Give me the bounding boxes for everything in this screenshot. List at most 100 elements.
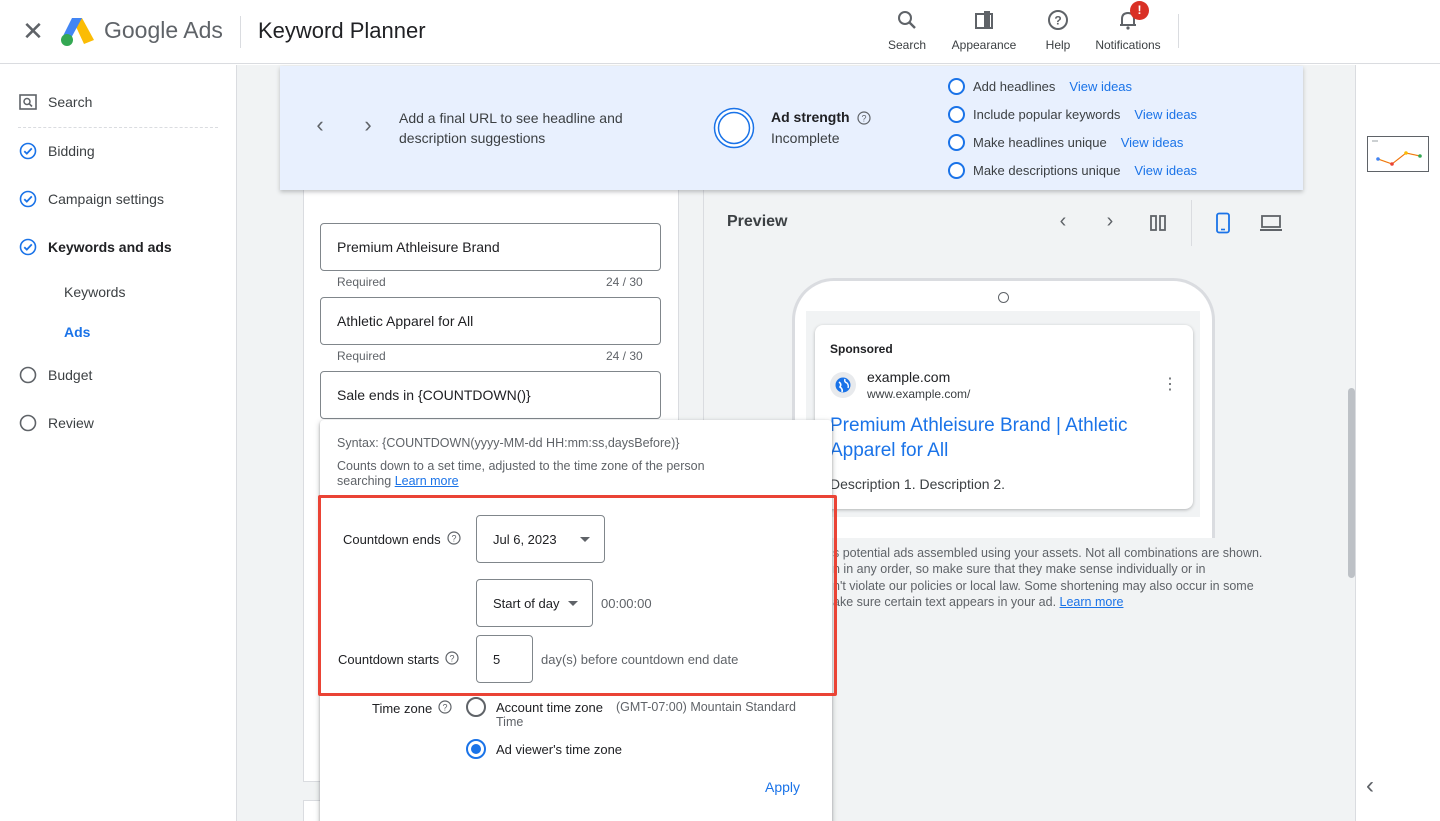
- chevron-left-icon[interactable]: ‹: [1366, 772, 1388, 799]
- ad-display-url: www.example.com/: [867, 387, 971, 401]
- mobile-device-icon[interactable]: [1210, 210, 1236, 236]
- suggestion-item: Make descriptions unique View ideas: [948, 160, 1197, 180]
- appearance-tool-label: Appearance: [951, 38, 1017, 52]
- headline-2-char-count: 24 / 30: [606, 349, 643, 363]
- svg-text:?: ?: [1054, 14, 1061, 28]
- banner-message: Add a final URL to see headline and desc…: [399, 110, 623, 146]
- empty-circle-icon: [948, 77, 965, 95]
- check-circle-icon: [18, 141, 38, 161]
- sidebar-item-bidding[interactable]: Bidding: [18, 136, 218, 166]
- apply-button[interactable]: Apply: [765, 779, 800, 795]
- account-time-zone-detail-cont: Time: [496, 715, 524, 729]
- svg-text:?: ?: [443, 702, 448, 712]
- search-box-icon: [18, 92, 38, 112]
- ad-domain: example.com: [867, 369, 951, 385]
- highlight-box: [318, 495, 837, 696]
- view-ideas-link[interactable]: View ideas: [1121, 135, 1184, 150]
- headline-1-helper: Required: [337, 275, 386, 289]
- suggestion-item: Add headlines View ideas: [948, 76, 1132, 96]
- countdown-syntax: Syntax: {COUNTDOWN(yyyy-MM-dd HH:mm:ss,d…: [337, 436, 680, 450]
- app-title: Keyword Planner: [258, 18, 426, 43]
- notifications-tool-button[interactable]: Notifications: [1088, 6, 1168, 58]
- notification-badge: !: [1130, 1, 1149, 20]
- chevron-left-icon[interactable]: ‹: [1050, 210, 1076, 236]
- svg-text:?: ?: [861, 113, 866, 123]
- headline-2-helper: Required: [337, 349, 386, 363]
- appearance-icon: [975, 11, 993, 29]
- search-icon: [898, 11, 916, 29]
- sidebar-item-campaign-settings[interactable]: Campaign settings: [18, 184, 218, 214]
- sidebar-item-label: Review: [48, 415, 94, 431]
- suggestion-text: Make descriptions unique: [973, 162, 1121, 178]
- sidebar-item-label: Campaign settings: [48, 191, 164, 207]
- sidebar-subitem-keywords[interactable]: Keywords: [64, 284, 125, 300]
- learn-more-link[interactable]: Learn more: [1060, 595, 1124, 609]
- headline-1-char-count: 24 / 30: [606, 275, 643, 289]
- empty-circle-icon: [18, 413, 38, 433]
- globe-icon: [830, 372, 856, 398]
- suggestion-text: Add headlines: [973, 78, 1056, 94]
- account-time-zone-detail: (GMT-07:00) Mountain Standard: [616, 700, 796, 714]
- learn-more-link[interactable]: Learn more: [395, 474, 459, 488]
- help-icon[interactable]: ?: [438, 700, 452, 717]
- appearance-tool-button[interactable]: Appearance: [944, 6, 1024, 58]
- help-icon: ?: [1048, 10, 1068, 30]
- viewer-time-zone-label: Ad viewer's time zone: [496, 742, 623, 757]
- more-vert-icon[interactable]: ⋮: [1162, 374, 1178, 394]
- disclaimer-line: n in any order, so make sure that they m…: [833, 562, 1206, 577]
- close-icon[interactable]: ✕: [20, 18, 46, 44]
- sidebar-item-budget[interactable]: Budget: [18, 360, 218, 390]
- time-zone-label: Time zone ?: [372, 700, 452, 717]
- sidebar-item-review[interactable]: Review: [18, 408, 218, 438]
- sidebar-divider: [18, 127, 218, 128]
- empty-circle-icon: [948, 161, 965, 179]
- search-tool-button[interactable]: Search: [867, 6, 947, 58]
- chevron-left-icon[interactable]: ‹: [308, 112, 332, 140]
- sidebar-subitem-ads[interactable]: Ads: [64, 324, 90, 340]
- scrollbar[interactable]: [1348, 388, 1355, 578]
- headline-3-input[interactable]: Sale ends in {COUNTDOWN()}: [320, 371, 661, 419]
- view-ideas-link[interactable]: View ideas: [1069, 79, 1132, 94]
- account-time-zone-label: Account time zone: [496, 700, 603, 715]
- time-zone-text: Time zone: [372, 701, 433, 716]
- right-rail: [1355, 65, 1440, 821]
- sidebar-item-label: Budget: [48, 367, 93, 383]
- header-divider: [240, 16, 241, 48]
- header-divider-right: [1178, 14, 1179, 48]
- suggestion-text: Make headlines unique: [973, 134, 1107, 150]
- preview-title: Preview: [727, 213, 788, 230]
- chevron-right-icon[interactable]: ›: [1097, 210, 1123, 236]
- headline-2-input[interactable]: Athletic Apparel for All: [320, 297, 661, 345]
- help-tool-button[interactable]: ? Help: [1018, 6, 1098, 58]
- left-nav: [0, 65, 237, 821]
- headline-1-input[interactable]: Premium Athleisure Brand: [320, 223, 661, 271]
- chart-thumbnail-icon[interactable]: [1367, 136, 1429, 172]
- sidebar-item-keywords-and-ads[interactable]: Keywords and ads: [18, 232, 218, 262]
- viewer-time-zone-radio[interactable]: [466, 739, 486, 759]
- suggestion-item: Make headlines unique View ideas: [948, 132, 1183, 152]
- account-time-zone-radio[interactable]: [466, 697, 486, 717]
- ad-headline[interactable]: Premium Athleisure Brand | Athletic Appa…: [830, 413, 1180, 463]
- phone-camera: [998, 292, 1009, 303]
- sidebar-item-search[interactable]: Search: [18, 87, 218, 117]
- brand-name: Google Ads: [104, 17, 223, 43]
- preview-disclaimer: s potential ads assembled using your ass…: [833, 545, 1283, 610]
- disclaimer-line: n't violate our policies or local law. S…: [833, 578, 1254, 593]
- countdown-description-text: Counts down to a set time, adjusted to t…: [337, 459, 705, 488]
- ad-strength-label: Ad strength: [771, 109, 850, 125]
- sidebar-item-label: Bidding: [48, 143, 95, 159]
- view-ideas-link[interactable]: View ideas: [1134, 163, 1197, 178]
- check-circle-icon: [18, 237, 38, 257]
- sidebar-item-label: Search: [48, 94, 93, 110]
- suggestion-text: Include popular keywords: [973, 106, 1121, 122]
- view-ideas-link[interactable]: View ideas: [1134, 107, 1197, 122]
- check-circle-icon: [18, 189, 38, 209]
- chevron-right-icon[interactable]: ›: [356, 112, 380, 140]
- desktop-device-icon[interactable]: [1258, 210, 1284, 236]
- empty-circle-icon: [948, 133, 965, 151]
- sponsored-label: Sponsored: [830, 342, 893, 356]
- countdown-description: Counts down to a set time, adjusted to t…: [337, 459, 757, 489]
- columns-view-icon[interactable]: [1145, 210, 1171, 236]
- preview-toolbar-divider: [1191, 200, 1192, 246]
- help-icon[interactable]: ?: [857, 111, 871, 130]
